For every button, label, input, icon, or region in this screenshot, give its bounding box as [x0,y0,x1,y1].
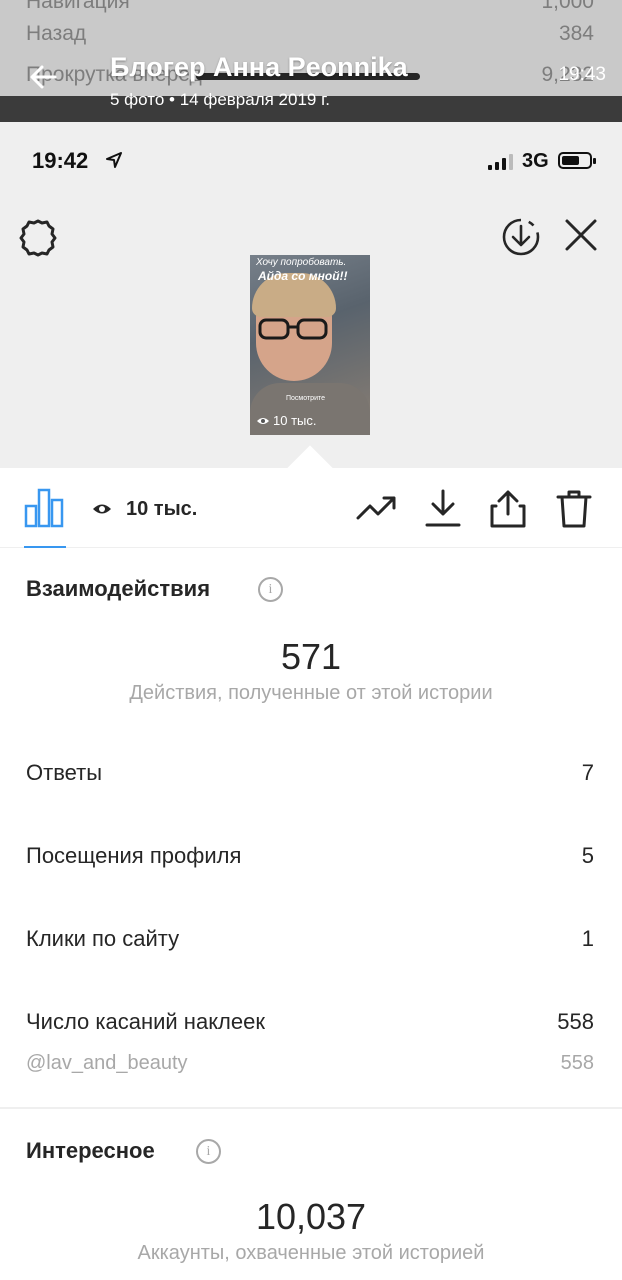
underlying-stat-value: 384 [558,22,594,45]
metric-label: Посещения профиля [26,843,242,868]
info-icon[interactable]: i [258,577,283,602]
insights-toolbar: 10 тыс. [0,468,622,548]
metric-label: Число касаний наклеек [26,1009,265,1034]
bar-chart-icon[interactable] [22,486,66,530]
discovery-total: 10,037 [255,1196,367,1237]
download-icon[interactable] [424,488,462,528]
underlying-stat-row: Назад 384 [26,22,594,46]
metric-label: Ответы [26,760,103,785]
discovery-caption: Аккаунты, охваченные этой историей [137,1242,485,1264]
back-arrow-icon[interactable] [28,62,58,92]
eye-icon [257,417,269,424]
metric-value: 1 [581,926,594,951]
location-arrow-icon [106,152,122,168]
share-icon[interactable] [488,488,528,530]
trash-icon[interactable] [554,488,594,530]
metric-row-website-clicks: Клики по сайту 1 [26,926,594,952]
metric-row-replies: Ответы 7 [26,760,594,786]
story-thumbnail[interactable]: Хочу попробовать. Айда со мной!! Посмотр… [250,255,370,435]
metric-label: Клики по сайту [26,926,180,951]
underlying-stat-label: Назад [26,22,87,45]
status-bar: 19:42 3G [0,122,622,204]
views-count: 10 тыс. [126,498,198,520]
section-divider [0,1107,622,1109]
underlying-stat-value: 1,000 [541,0,594,13]
story-views-count: 10 тыс. [273,413,317,428]
cellular-signal-icon [488,154,513,170]
story-text-line2: Айда со мной!! [258,269,348,283]
story-text-line1: Хочу попробовать. [256,257,347,268]
story-viewer-header: Навигация 1,000 Назад 384 Прокрутка впер… [0,0,622,122]
metric-row-profile-visits: Посещения профиля 5 [26,843,594,869]
active-tab-indicator [24,546,66,548]
sticker-value: 558 [560,1052,594,1074]
status-time: 19:42 [32,148,89,173]
viewer-clock: 19:43 [558,64,606,85]
story-views: 10 тыс. [256,413,316,428]
interactions-caption: Действия, полученные от этой истории [129,682,493,704]
viewer-subtitle: 5 фото • 14 февраля 2019 г. [110,90,330,109]
info-icon[interactable]: i [196,1139,221,1164]
viewer-title: Блогер Анна Peonnika [110,52,408,82]
eye-icon [93,504,111,514]
thumbnail-glasses [258,318,328,340]
metric-value: 7 [581,760,594,785]
metric-subrow-sticker: @lav_and_beauty 558 [26,1052,594,1075]
story-preview-area: Хочу попробовать. Айда со мной!! Посмотр… [0,204,622,468]
close-icon[interactable] [564,218,598,252]
battery-icon [558,152,596,169]
settings-gear-icon[interactable] [16,216,60,260]
underlying-stat-row: Навигация 1,000 [26,0,594,14]
network-type: 3G [522,150,549,172]
metric-row-sticker-taps: Число касаний наклеек 558 [26,1009,594,1035]
metric-value: 5 [581,843,594,868]
underlying-stat-label: Навигация [26,0,130,13]
sticker-handle: @lav_and_beauty [26,1052,188,1074]
interactions-total: 571 [280,636,342,677]
interactions-title: Взаимодействия [26,576,211,601]
story-sticker-caption: Посмотрите [286,395,326,402]
trending-up-icon[interactable] [356,488,398,528]
download-circle-icon[interactable] [500,216,542,258]
discovery-title: Интересное [26,1138,155,1163]
metric-value: 558 [557,1009,594,1034]
